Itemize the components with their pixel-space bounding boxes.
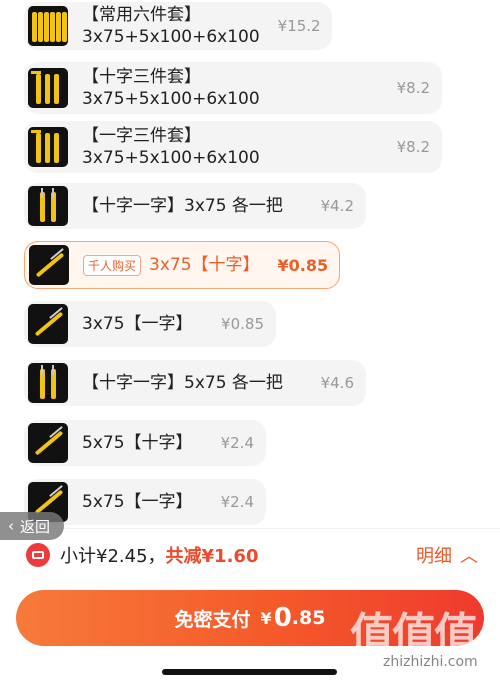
screwdriver-pair-thumbnail xyxy=(28,363,68,403)
option-title: 3x75【一字】 xyxy=(82,314,193,334)
option-price: ¥0.85 xyxy=(221,315,264,333)
option-title: 【十字一字】5x75 各一把 xyxy=(82,373,283,393)
option-list: 【常用六件套】 3x75+5x100+6x100 ¥15.2 【十字三件套】 3… xyxy=(0,0,500,528)
option-phillips-5x75[interactable]: 5x75【十字】 ¥2.4 xyxy=(24,420,266,466)
pay-amount-integer: 0 xyxy=(273,603,292,633)
option-phillips-three-set[interactable]: 【十字三件套】 3x75+5x100+6x100 ¥8.2 xyxy=(24,62,442,114)
option-title: 5x75【十字】 xyxy=(82,433,193,453)
sku-selector-screen: 【常用六件套】 3x75+5x100+6x100 ¥15.2 【十字三件套】 3… xyxy=(0,0,500,688)
detail-toggle[interactable]: 明细 ︿ xyxy=(416,542,478,568)
back-button[interactable]: ‹ 返回 xyxy=(0,512,64,540)
option-title: 5x75【一字】 xyxy=(82,492,193,512)
option-phillips-slotted-5x75[interactable]: 【十字一字】5x75 各一把 ¥4.6 xyxy=(24,360,366,406)
option-spec: 3x75+5x100+6x100 xyxy=(82,148,260,168)
screwdriver-thumbnail xyxy=(29,245,69,285)
screwdriver-set-thumbnail xyxy=(28,68,68,108)
pay-currency: ¥ xyxy=(260,608,272,628)
watermark-logo: 值值值 xyxy=(350,609,478,660)
discount-text: 共减¥1.60 xyxy=(165,545,259,567)
option-six-piece-set[interactable]: 【常用六件套】 3x75+5x100+6x100 ¥15.2 xyxy=(24,2,332,50)
home-indicator xyxy=(162,669,337,675)
option-phillips-slotted-3x75[interactable]: 【十字一字】3x75 各一把 ¥4.2 xyxy=(24,183,366,229)
option-price: ¥4.6 xyxy=(320,374,354,392)
screwdriver-set-thumbnail xyxy=(28,6,68,46)
pay-button-label: 免密支付 xyxy=(174,608,251,631)
option-spec: 3x75+5x100+6x100 xyxy=(82,27,260,47)
option-title: 【常用六件套】 xyxy=(82,5,201,25)
option-slotted-three-set[interactable]: 【一字三件套】 3x75+5x100+6x100 ¥8.2 xyxy=(24,121,442,173)
screwdriver-thumbnail xyxy=(28,423,68,463)
option-price: ¥8.2 xyxy=(396,79,430,97)
screwdriver-thumbnail xyxy=(28,304,68,344)
detail-label: 明细 xyxy=(416,545,452,567)
option-price: ¥8.2 xyxy=(396,138,430,156)
option-title: 【十字三件套】 xyxy=(82,67,201,87)
back-label: 返回 xyxy=(20,517,51,536)
price-summary-bar: 小计¥2.45， 共减¥1.60 明细 ︿ xyxy=(0,528,500,580)
screwdriver-set-thumbnail xyxy=(28,127,68,167)
option-slotted-3x75[interactable]: 3x75【一字】 ¥0.85 xyxy=(24,301,276,347)
pay-amount-decimal: .85 xyxy=(291,607,326,629)
chevron-left-icon: ‹ xyxy=(8,517,14,535)
screwdriver-pair-thumbnail xyxy=(28,186,68,226)
option-spec: 3x75+5x100+6x100 xyxy=(82,89,260,109)
option-price: ¥2.4 xyxy=(220,434,254,452)
option-title: 3x75【十字】 xyxy=(149,255,260,275)
watermark-text: zhizhizhi.com xyxy=(383,654,478,670)
option-phillips-3x75-selected[interactable]: 千人购买 3x75【十字】 ¥0.85 xyxy=(24,241,340,289)
option-price: ¥15.2 xyxy=(277,17,321,35)
option-price: ¥2.4 xyxy=(220,493,254,511)
chevron-up-icon: ︿ xyxy=(460,545,478,567)
popular-badge: 千人购买 xyxy=(83,254,142,276)
option-price: ¥0.85 xyxy=(277,255,329,275)
option-price: ¥4.2 xyxy=(320,197,354,215)
coupon-ticket-icon xyxy=(26,542,50,567)
option-title: 【一字三件套】 xyxy=(82,126,201,146)
option-title: 【十字一字】3x75 各一把 xyxy=(82,196,283,216)
subtotal-text: 小计¥2.45， xyxy=(60,545,166,567)
